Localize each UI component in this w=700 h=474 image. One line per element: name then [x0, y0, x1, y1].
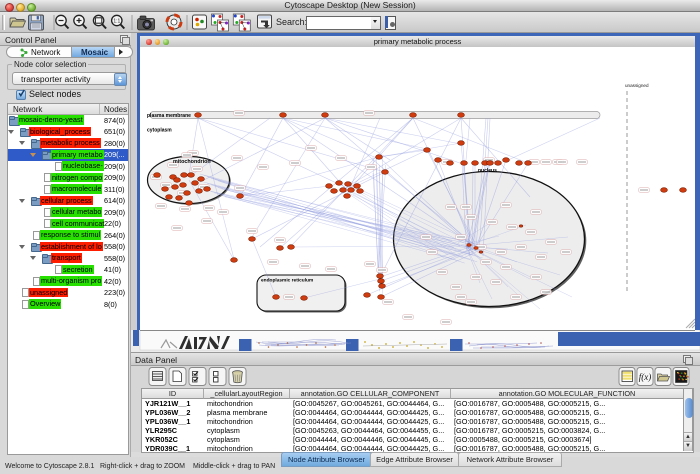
svg-text:1:1: 1:1 [113, 19, 120, 25]
svg-text:plasma membrane: plasma membrane [147, 113, 191, 119]
svg-text:nucleus: nucleus [478, 168, 497, 174]
svg-text:cytoplasm: cytoplasm [147, 128, 172, 134]
svg-text:mitochondrion: mitochondrion [173, 159, 211, 165]
svg-text:f(x): f(x) [639, 372, 652, 382]
svg-text:unassigned: unassigned [625, 83, 649, 88]
svg-text:endoplasmic reticulum: endoplasmic reticulum [261, 278, 313, 284]
